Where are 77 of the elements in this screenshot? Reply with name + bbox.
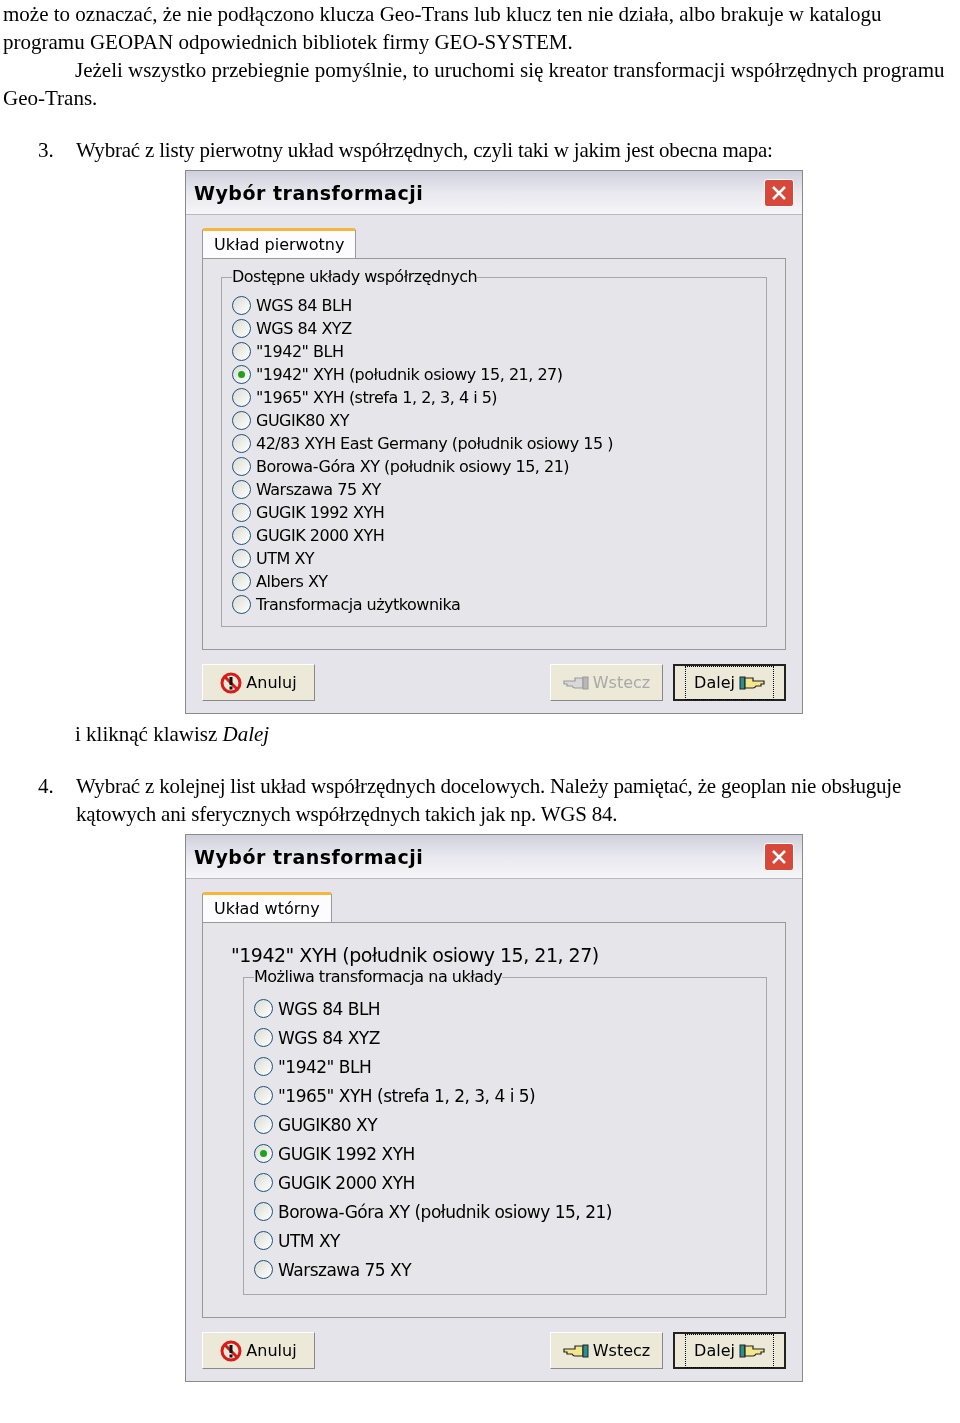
- radio-button[interactable]: [232, 388, 251, 407]
- radio-button[interactable]: [254, 1231, 273, 1250]
- option-label: WGS 84 XYZ: [256, 317, 352, 340]
- option-label: "1942" BLH: [256, 340, 344, 363]
- radio-button[interactable]: [232, 572, 251, 591]
- option-label: "1942" XYH (południk osiowy 15, 21, 27): [256, 363, 563, 386]
- paragraph: Jeżeli wszystko przebiegnie pomyślnie, to uruchomi się kreator transformacji współrzędnych programu Geo-Trans.: [2, 57, 946, 112]
- option-label: Warszawa 75 XY: [278, 1258, 412, 1282]
- pointing-hand-left-icon: [562, 674, 589, 691]
- option-label: "1965" XYH (strefa 1, 2, 3, 4 i 5): [256, 386, 498, 409]
- close-icon: [770, 847, 788, 866]
- option-label: 42/83 XYH East Germany (południk osiowy 15 ): [256, 432, 613, 455]
- next-button[interactable]: Dalej: [673, 664, 786, 701]
- step-number: 3.: [37, 137, 55, 164]
- radio-button[interactable]: [254, 1144, 273, 1163]
- radio-button[interactable]: [254, 1260, 273, 1279]
- close-button[interactable]: [764, 178, 794, 207]
- radio-button[interactable]: [232, 503, 251, 522]
- radio-button[interactable]: [232, 526, 251, 545]
- radio-button[interactable]: [232, 457, 251, 476]
- pointing-hand-right-icon: [738, 1342, 765, 1359]
- option-label: GUGIK 2000 XYH: [256, 524, 385, 547]
- radio-button[interactable]: [232, 549, 251, 568]
- close-button[interactable]: [764, 842, 794, 871]
- radio-button[interactable]: [254, 1115, 273, 1134]
- option-label: GUGIK80 XY: [256, 409, 349, 432]
- option-label: "1965" XYH (strefa 1, 2, 3, 4 i 5): [278, 1084, 536, 1108]
- pointing-hand-left-icon: [562, 1342, 589, 1359]
- cancel-button[interactable]: Anuluj: [202, 664, 315, 701]
- option-label: WGS 84 BLH: [278, 997, 381, 1021]
- option-label: "1942" BLH: [278, 1055, 372, 1079]
- option-label: UTM XY: [256, 547, 315, 570]
- source-system-label: "1942" XYH (południk osiowy 15, 21, 27): [231, 943, 600, 968]
- option-label: GUGIK 2000 XYH: [278, 1171, 415, 1195]
- option-label: WGS 84 BLH: [256, 294, 352, 317]
- radio-button[interactable]: [254, 1086, 273, 1105]
- radio-button[interactable]: [232, 365, 251, 384]
- next-button[interactable]: Dalej: [673, 1332, 786, 1369]
- step-number: 4.: [37, 773, 55, 800]
- option-label: Transformacja użytkownika: [256, 593, 461, 616]
- window-title: Wybór transformacji: [194, 844, 424, 870]
- radio-button[interactable]: [232, 480, 251, 499]
- cancel-button[interactable]: Anuluj: [202, 1332, 315, 1369]
- radio-button[interactable]: [254, 1173, 273, 1192]
- tab[interactable]: Układ pierwotny: [202, 228, 357, 258]
- radio-button[interactable]: [232, 342, 251, 361]
- radio-button[interactable]: [254, 999, 273, 1018]
- option-label: UTM XY: [278, 1229, 340, 1253]
- step-text: Wybrać z listy pierwotny układ współrzędnych, czyli taki w jakim jest obecna mapa:: [76, 137, 774, 164]
- radio-button[interactable]: [232, 434, 251, 453]
- option-label: Borowa-Góra XY (południk osiowy 15, 21): [278, 1200, 612, 1224]
- option-label: GUGIK 1992 XYH: [278, 1142, 415, 1166]
- radio-button[interactable]: [232, 319, 251, 338]
- pointing-hand-right-icon: [738, 674, 765, 691]
- option-label: GUGIK 1992 XYH: [256, 501, 385, 524]
- option-label: Albers XY: [256, 570, 328, 593]
- radio-button[interactable]: [254, 1057, 273, 1076]
- radio-button[interactable]: [232, 296, 251, 315]
- paragraph: i kliknąć klawisz Dalej: [74, 721, 271, 748]
- back-button[interactable]: Wstecz: [550, 1332, 663, 1369]
- option-label: Warszawa 75 XY: [256, 478, 381, 501]
- option-label: GUGIK80 XY: [278, 1113, 378, 1137]
- close-icon: [770, 183, 788, 202]
- paragraph: może to oznaczać, że nie podłączono klucza Geo-Trans lub klucz ten nie działa, albo brakuje w katalogu programu GEOPAN odpowiednich bibliotek firmy GEO-SYSTEM.: [2, 1, 883, 56]
- radio-button[interactable]: [254, 1028, 273, 1047]
- prohibited-icon: [220, 671, 243, 694]
- group-title: Możliwa transformacja na układy: [254, 967, 503, 987]
- group-title: Dostępne układy współrzędnych: [232, 267, 478, 287]
- radio-button[interactable]: [232, 595, 251, 614]
- window-title: Wybór transformacji: [194, 180, 424, 206]
- prohibited-icon: [220, 1339, 243, 1362]
- option-label: Borowa-Góra XY (południk osiowy 15, 21): [256, 455, 570, 478]
- step-text: Wybrać z kolejnej list układ współrzędnych docelowych. Należy pamiętać, że geoplan nie obsługuje kątowych ani sferycznych współrzędnych takich jak np. WGS 84.: [76, 773, 903, 828]
- tab[interactable]: Układ wtórny: [202, 892, 332, 922]
- option-label: WGS 84 XYZ: [278, 1026, 380, 1050]
- radio-button[interactable]: [254, 1202, 273, 1221]
- radio-button[interactable]: [232, 411, 251, 430]
